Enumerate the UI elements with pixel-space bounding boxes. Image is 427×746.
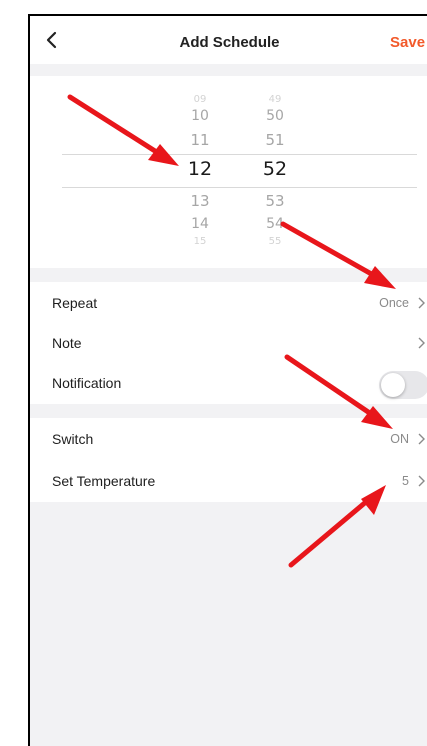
empty-area (30, 502, 427, 746)
chevron-right-icon (418, 297, 425, 309)
notification-label: Notification (52, 375, 122, 391)
minute-option[interactable]: 51 (245, 131, 305, 149)
minute-option[interactable]: 49 (245, 94, 305, 105)
hour-option[interactable]: 10 (170, 108, 230, 124)
selected-minute[interactable]: 52 (245, 158, 305, 180)
switch-row[interactable]: Switch ON (30, 418, 427, 460)
notification-toggle[interactable] (379, 371, 427, 399)
hour-option[interactable]: 13 (170, 192, 230, 210)
minute-option[interactable]: 55 (245, 236, 305, 247)
page-title: Add Schedule (179, 34, 280, 51)
notification-row: Notification (30, 362, 427, 404)
section-spacer (30, 64, 427, 76)
section-spacer (30, 404, 427, 418)
save-button[interactable]: Save (390, 34, 425, 51)
switch-label: Switch (52, 431, 94, 447)
minute-option[interactable]: 53 (245, 192, 305, 210)
repeat-row[interactable]: Repeat Once (30, 282, 427, 324)
note-label: Note (52, 335, 82, 351)
switch-value: ON (390, 432, 409, 446)
hour-option[interactable]: 09 (170, 94, 230, 105)
repeat-label: Repeat (52, 295, 98, 311)
time-picker[interactable]: 09 10 11 12 13 14 15 49 50 51 52 53 54 5… (30, 76, 427, 268)
repeat-value: Once (379, 296, 409, 310)
set-temperature-label: Set Temperature (52, 473, 156, 489)
picker-highlight-top (62, 154, 417, 155)
note-row[interactable]: Note (30, 324, 427, 362)
picker-highlight-bottom (62, 187, 417, 188)
minute-option[interactable]: 54 (245, 216, 305, 232)
chevron-right-icon (418, 475, 425, 487)
hour-option[interactable]: 15 (170, 236, 230, 247)
nav-bar: Add Schedule Save (30, 16, 427, 66)
set-temperature-row[interactable]: Set Temperature 5 (30, 460, 427, 502)
screen-frame: Add Schedule Save 09 10 11 12 13 14 15 4… (28, 14, 427, 746)
chevron-right-icon (418, 337, 425, 349)
chevron-right-icon (418, 433, 425, 445)
selected-hour[interactable]: 12 (170, 158, 230, 180)
hour-option[interactable]: 11 (170, 131, 230, 149)
minute-option[interactable]: 50 (245, 108, 305, 124)
toggle-knob (381, 373, 405, 397)
section-spacer (30, 268, 427, 282)
set-temperature-value: 5 (402, 474, 409, 488)
hour-option[interactable]: 14 (170, 216, 230, 232)
